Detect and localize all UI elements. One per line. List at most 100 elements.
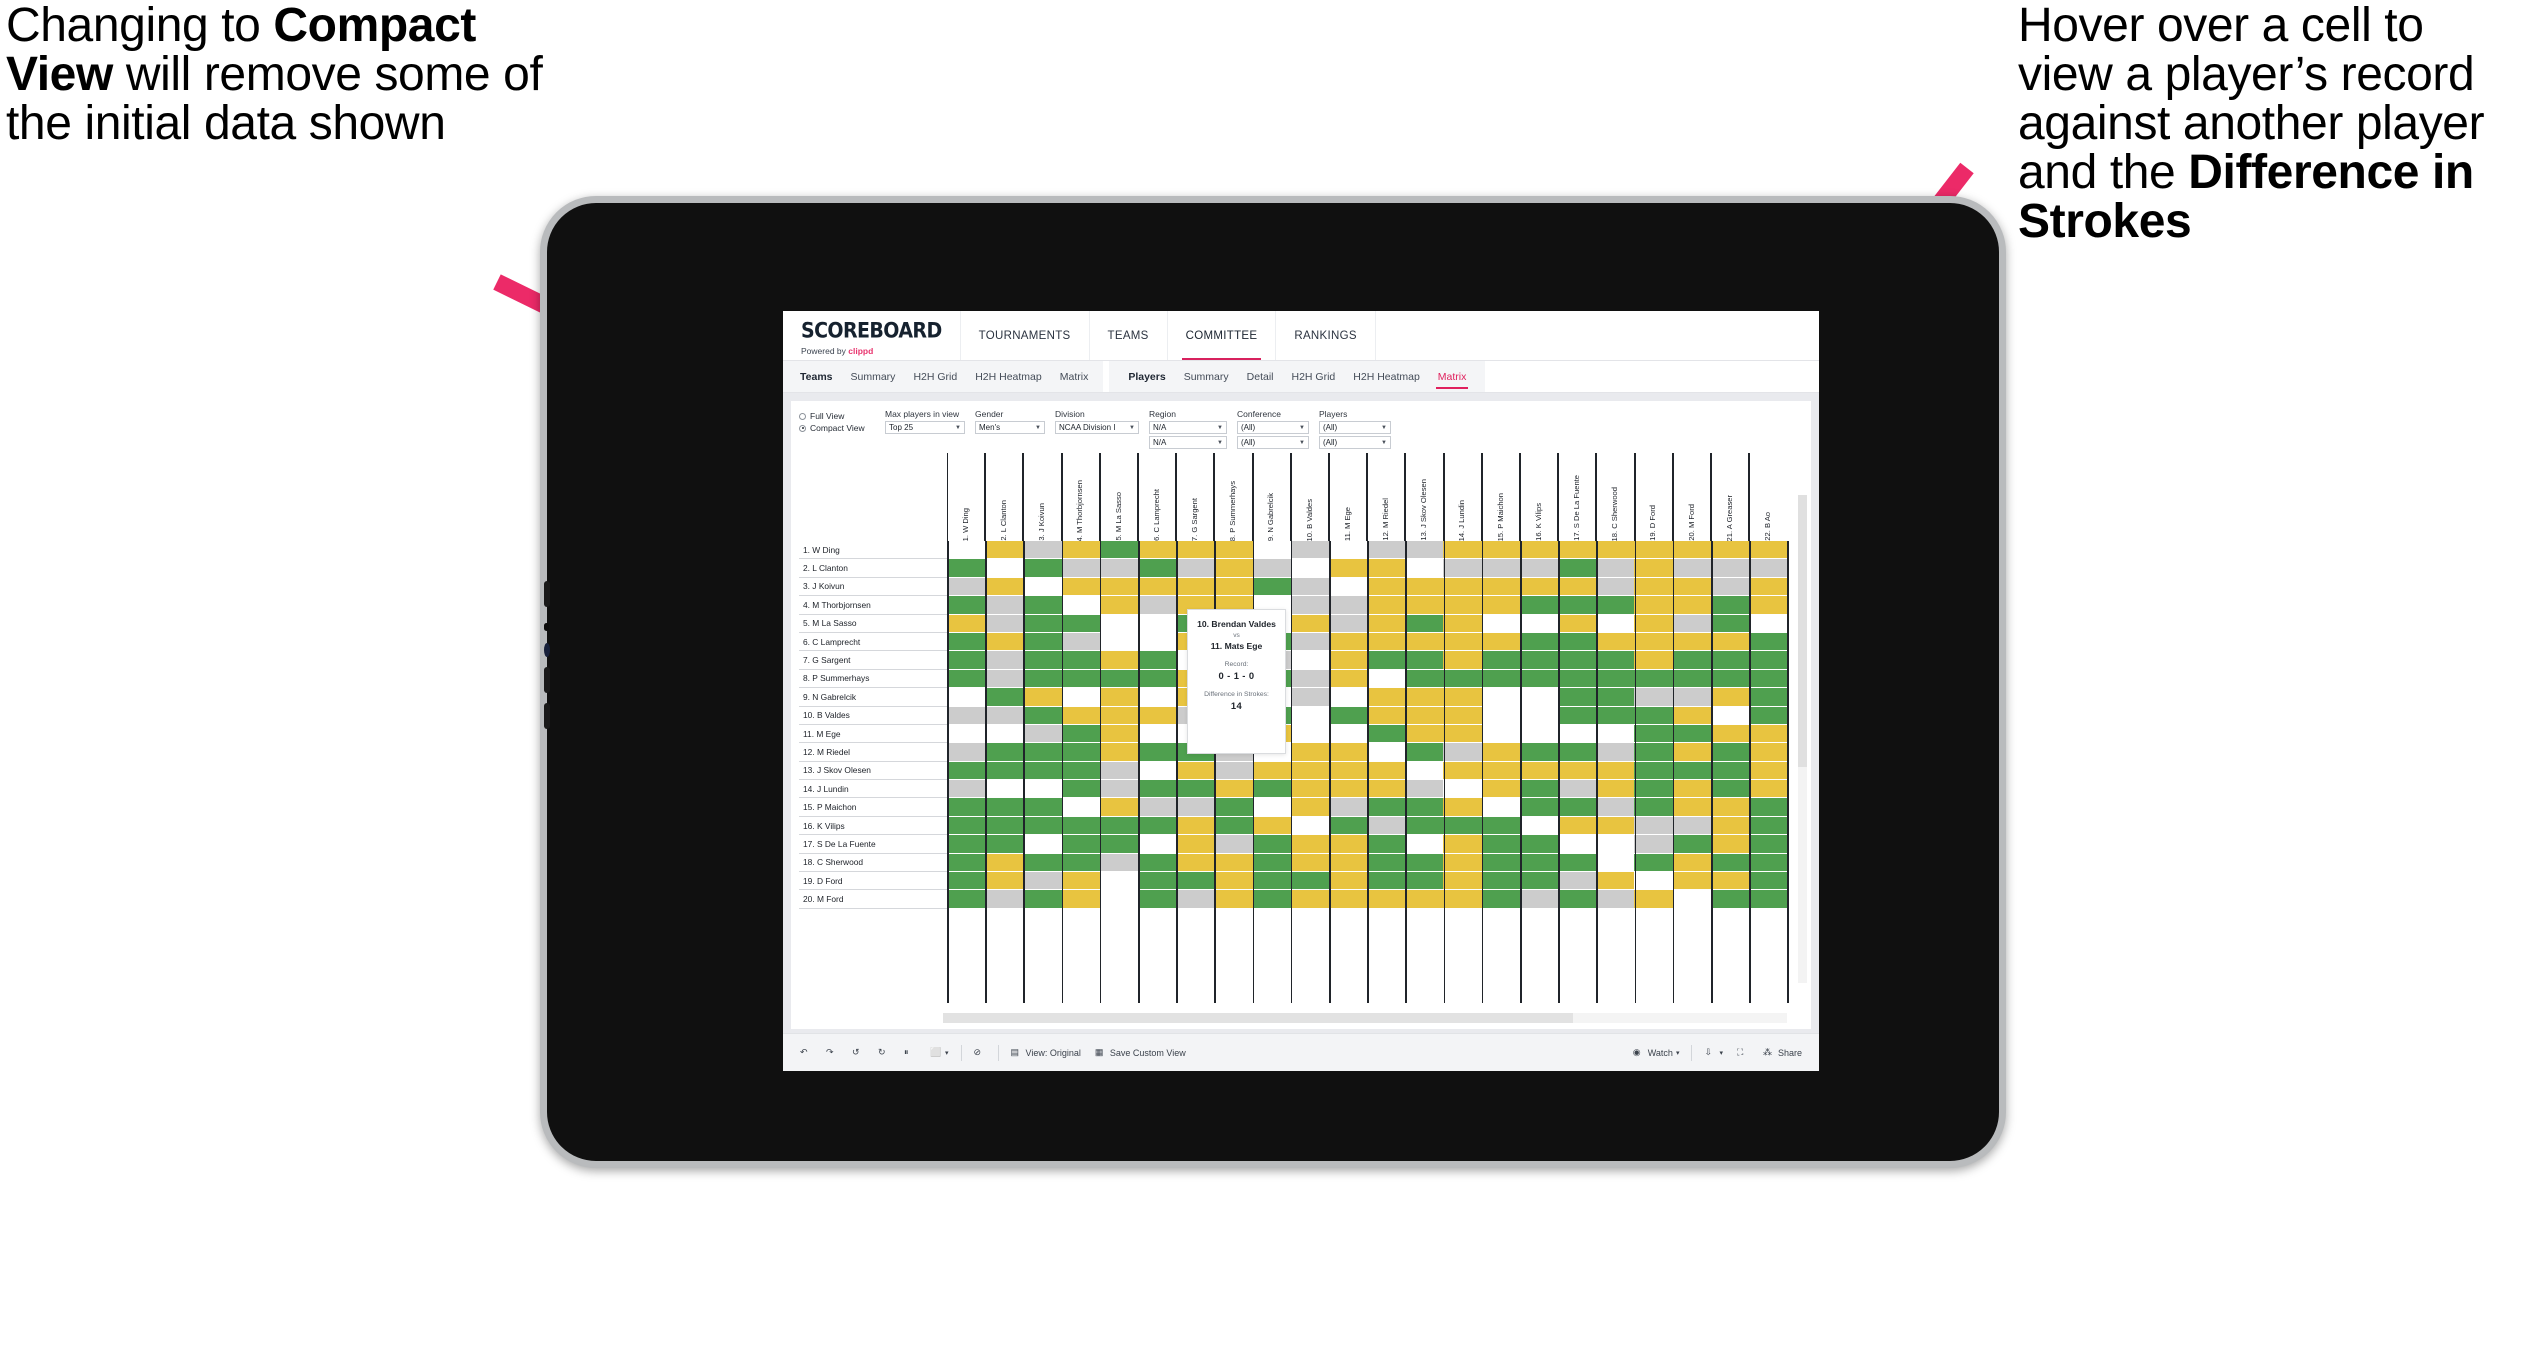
matrix-cell[interactable]: [1214, 835, 1253, 854]
matrix-cell[interactable]: [1481, 743, 1520, 762]
select-players[interactable]: (All) ▼: [1319, 421, 1391, 434]
matrix-cell[interactable]: [1443, 890, 1482, 909]
matrix-cell[interactable]: [1061, 632, 1100, 652]
matrix-cell[interactable]: [1023, 890, 1062, 909]
matrix-cell[interactable]: [1672, 688, 1711, 707]
matrix-cell[interactable]: [1137, 724, 1177, 744]
matrix-cell[interactable]: [1558, 816, 1597, 836]
matrix-cell[interactable]: [1099, 596, 1138, 615]
matrix-cell[interactable]: [1519, 596, 1558, 615]
matrix-cell[interactable]: [1634, 541, 1673, 560]
matrix-cell[interactable]: [1634, 890, 1673, 909]
matrix-cell[interactable]: [1405, 632, 1444, 652]
matrix-cell[interactable]: [1481, 816, 1520, 836]
matrix-cell[interactable]: [1443, 614, 1482, 633]
matrix-cell[interactable]: [1328, 743, 1368, 762]
matrix-grid[interactable]: [947, 541, 1789, 1003]
tab-players-summary[interactable]: Summary: [1175, 361, 1238, 392]
matrix-cell[interactable]: [1519, 541, 1558, 560]
matrix-cell[interactable]: [1748, 559, 1788, 578]
matrix-cell[interactable]: [1558, 651, 1597, 670]
matrix-cell[interactable]: [1405, 688, 1444, 707]
matrix-cell[interactable]: [1061, 890, 1100, 909]
matrix-cell[interactable]: [1099, 688, 1138, 707]
matrix-cell[interactable]: [1328, 890, 1368, 909]
matrix-col-header[interactable]: 1. W Ding: [947, 453, 986, 541]
matrix-cell[interactable]: [1519, 632, 1558, 652]
matrix-cell[interactable]: [1252, 780, 1291, 799]
matrix-cell[interactable]: [1023, 743, 1062, 762]
matrix-col-header[interactable]: 4. M Thorbjornsen: [1061, 453, 1100, 541]
matrix-cell[interactable]: [1176, 559, 1215, 578]
matrix-cell[interactable]: [1558, 872, 1597, 891]
matrix-cell[interactable]: [947, 780, 986, 799]
matrix-cell[interactable]: [1443, 632, 1482, 652]
matrix-cell[interactable]: [1252, 872, 1291, 891]
matrix-cell[interactable]: [1023, 688, 1062, 707]
matrix-col-header[interactable]: 22. B Ao: [1749, 453, 1783, 541]
matrix-cell[interactable]: [985, 688, 1024, 707]
matrix-cell[interactable]: [1558, 559, 1597, 578]
matrix-cell[interactable]: [1099, 835, 1138, 854]
matrix-cell[interactable]: [1481, 706, 1520, 725]
matrix-cell[interactable]: [1596, 724, 1635, 744]
matrix-cell[interactable]: [1252, 798, 1291, 817]
matrix-cell[interactable]: [1710, 743, 1749, 762]
vertical-scrollbar-thumb[interactable]: [1798, 495, 1807, 767]
matrix-cell[interactable]: [1328, 541, 1368, 560]
matrix-cell[interactable]: [1634, 761, 1673, 781]
matrix-cell[interactable]: [1137, 706, 1177, 725]
matrix-cell[interactable]: [1558, 706, 1597, 725]
matrix-cell[interactable]: [1443, 724, 1482, 744]
matrix-chart[interactable]: 1. W Ding 2. L Clanton 3. J Koivun 4. M Tho…: [799, 449, 1805, 1003]
matrix-col-header[interactable]: 9. N Gabrelcik: [1252, 453, 1291, 541]
matrix-row-header[interactable]: 7. G Sargent: [799, 651, 947, 670]
matrix-cell[interactable]: [1405, 872, 1444, 891]
matrix-cell[interactable]: [1061, 596, 1100, 615]
matrix-cell[interactable]: [985, 816, 1024, 836]
matrix-col-header[interactable]: 10. B Valdes: [1290, 453, 1329, 541]
matrix-cell[interactable]: [1748, 780, 1788, 799]
matrix-cell[interactable]: [1137, 816, 1177, 836]
matrix-cell[interactable]: [1710, 798, 1749, 817]
topnav-item-tournaments[interactable]: TOURNAMENTS: [961, 311, 1090, 360]
tab-players-h2h-heatmap[interactable]: H2H Heatmap: [1344, 361, 1429, 392]
tab-players-players[interactable]: Players: [1119, 361, 1174, 392]
matrix-cell[interactable]: [1481, 890, 1520, 909]
tab-teams-teams[interactable]: Teams: [791, 361, 842, 392]
matrix-cell[interactable]: [1367, 614, 1406, 633]
matrix-cell[interactable]: [1748, 614, 1788, 633]
matrix-cell[interactable]: [1710, 596, 1749, 615]
device-button-volume-down[interactable]: [544, 667, 550, 693]
matrix-cell[interactable]: [1710, 559, 1749, 578]
matrix-cell[interactable]: [1137, 651, 1177, 670]
matrix-cell[interactable]: [1023, 577, 1062, 597]
matrix-cell[interactable]: [947, 816, 986, 836]
revert-button[interactable]: ↺: [845, 1047, 871, 1059]
pause-refresh-button[interactable]: ⏸: [897, 1047, 923, 1059]
matrix-cell[interactable]: [1214, 816, 1253, 836]
matrix-cell[interactable]: [1748, 596, 1788, 615]
matrix-cell[interactable]: [1405, 835, 1444, 854]
matrix-cell[interactable]: [1481, 853, 1520, 873]
matrix-cell[interactable]: [1443, 559, 1482, 578]
matrix-cell[interactable]: [1137, 743, 1177, 762]
matrix-cell[interactable]: [1519, 706, 1558, 725]
matrix-cell[interactable]: [1290, 706, 1329, 725]
matrix-cell[interactable]: [1061, 798, 1100, 817]
matrix-cell[interactable]: [1481, 651, 1520, 670]
matrix-cell[interactable]: [1137, 872, 1177, 891]
matrix-cell[interactable]: [1290, 780, 1329, 799]
matrix-cell[interactable]: [1519, 780, 1558, 799]
matrix-cell[interactable]: [1061, 669, 1100, 689]
matrix-col-header[interactable]: 5. M La Sasso: [1099, 453, 1138, 541]
matrix-col-header[interactable]: 7. G Sargent: [1176, 453, 1215, 541]
matrix-cell[interactable]: [1176, 835, 1215, 854]
matrix-cell[interactable]: [1443, 780, 1482, 799]
matrix-cell[interactable]: [1748, 651, 1788, 670]
matrix-cell[interactable]: [1061, 651, 1100, 670]
matrix-cell[interactable]: [1367, 596, 1406, 615]
matrix-col-header[interactable]: 13. J Skov Olesen: [1405, 453, 1444, 541]
matrix-cell[interactable]: [1596, 577, 1635, 597]
pan-button[interactable]: ⬜ ▾: [923, 1047, 956, 1059]
